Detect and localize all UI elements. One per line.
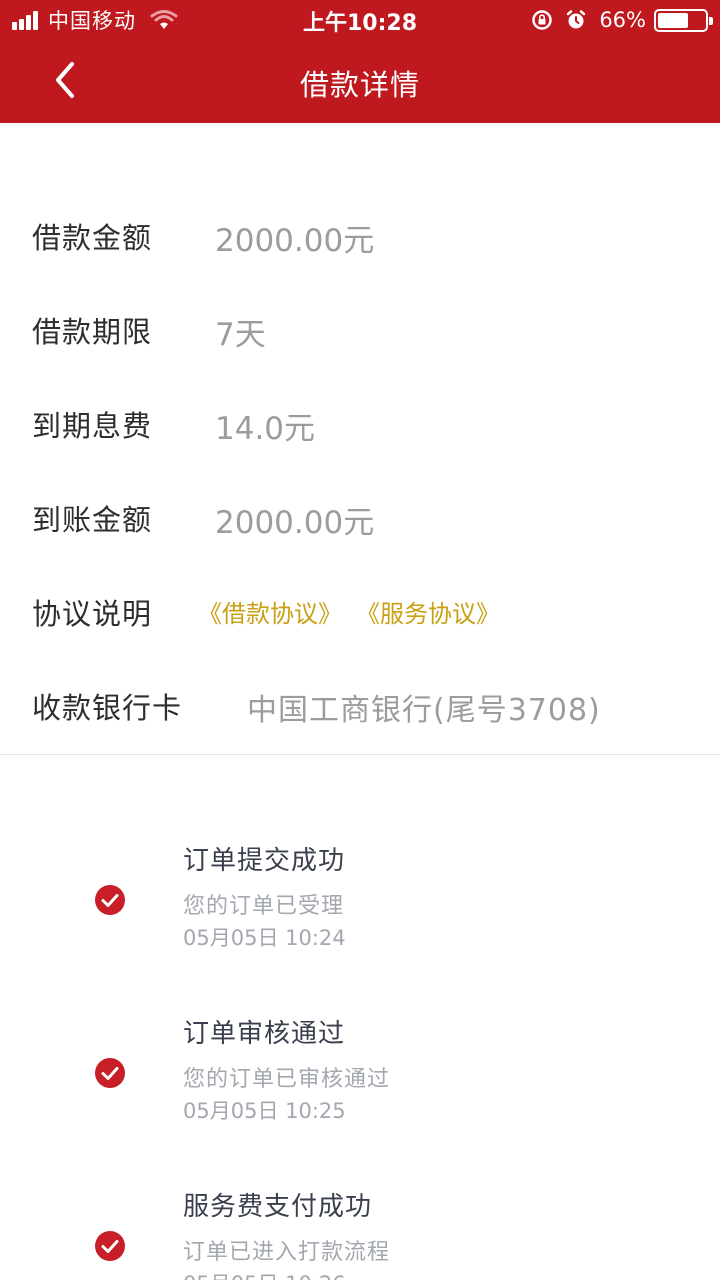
detail-value: 2000.00元: [215, 223, 375, 259]
step-description: 您的订单已审核通过: [183, 1067, 391, 1092]
section-divider: [0, 754, 720, 755]
service-agreement-link[interactable]: 《服务协议》: [356, 594, 500, 629]
timeline-step-submitted: 订单提交成功 您的订单已受理 05月05日 10:24: [0, 840, 720, 980]
agreement-label: 协议说明: [32, 597, 153, 631]
loan-agreement-link[interactable]: 《借款协议》: [198, 594, 342, 629]
check-circle-icon: [95, 885, 125, 915]
timeline-step-approved: 订单审核通过 您的订单已审核通过 05月05日 10:25: [0, 1013, 720, 1153]
detail-row-agreement: 协议说明 《借款协议》 《服务协议》: [0, 579, 720, 649]
step-title: 订单提交成功: [183, 846, 346, 876]
detail-label: 到期息费: [32, 409, 153, 443]
rotation-lock-icon: [532, 10, 553, 30]
alarm-icon: [567, 10, 586, 29]
detail-label: 到账金额: [32, 503, 153, 537]
detail-label: 借款期限: [32, 315, 153, 349]
detail-value: 7天: [215, 317, 266, 353]
battery-fill: [658, 12, 688, 28]
detail-row-received: 到账金额 2000.00元: [0, 485, 720, 555]
step-time: 05月05日 10:26: [183, 1268, 346, 1280]
agreement-links: 《借款协议》 《服务协议》: [198, 594, 514, 629]
step-title: 服务费支付成功: [183, 1192, 373, 1222]
nav-bar: 借款详情: [0, 40, 720, 123]
battery-percent: 66%: [599, 8, 646, 32]
check-circle-icon: [95, 1058, 125, 1088]
detail-row-term: 借款期限 7天: [0, 297, 720, 367]
bank-label: 收款银行卡: [32, 691, 183, 725]
status-right: 66%: [531, 6, 713, 34]
timeline-step-paid: 服务费支付成功 订单已进入打款流程 05月05日 10:26: [0, 1186, 720, 1280]
detail-label: 借款金额: [32, 221, 153, 255]
status-bar: 中国移动 上午10:28 66%: [0, 0, 720, 40]
bank-value: 中国工商银行(尾号3708): [247, 693, 601, 728]
detail-row-interest: 到期息费 14.0元: [0, 391, 720, 461]
step-title: 订单审核通过: [183, 1019, 346, 1049]
page-title: 借款详情: [299, 68, 420, 102]
detail-value: 2000.00元: [215, 505, 375, 541]
step-description: 您的订单已受理: [183, 894, 345, 919]
check-circle-icon: [95, 1231, 125, 1261]
step-time: 05月05日 10:24: [183, 926, 346, 950]
detail-row-amount: 借款金额 2000.00元: [0, 203, 720, 273]
detail-value: 14.0元: [215, 411, 316, 447]
step-description: 订单已进入打款流程: [183, 1240, 391, 1265]
battery-icon: [654, 8, 713, 32]
step-time: 05月05日 10:25: [183, 1099, 346, 1123]
header-bar: 中国移动 上午10:28 66% 借款详情: [0, 0, 720, 123]
detail-row-bank: 收款银行卡 中国工商银行(尾号3708): [0, 673, 720, 743]
